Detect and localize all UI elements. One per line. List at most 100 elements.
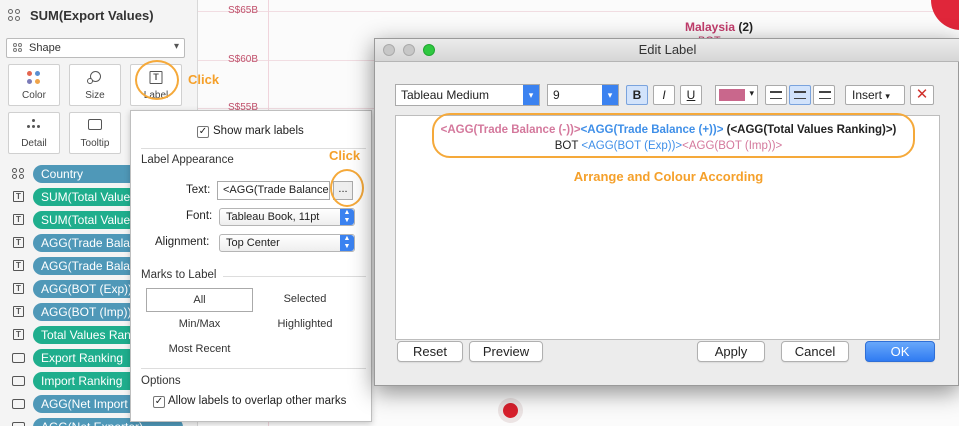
align-left-icon	[770, 91, 782, 99]
callout-arrange: Arrange and Colour According	[573, 169, 764, 184]
marks-option-most-recent[interactable]: Most Recent	[146, 338, 253, 362]
label-text-highlight	[432, 113, 915, 158]
align-center-icon	[794, 91, 806, 99]
marks-option-all[interactable]: All	[146, 288, 253, 312]
marks-card-title: SUM(Export Values)	[8, 8, 154, 23]
size-button-label: Size	[85, 90, 105, 101]
label-icon: T	[13, 329, 24, 340]
align-right-button[interactable]	[813, 85, 835, 105]
label-click-highlight	[135, 60, 179, 100]
label-icon: T	[13, 191, 24, 202]
label-icon: T	[13, 237, 24, 248]
marks-option-selected[interactable]: Selected	[257, 288, 353, 312]
show-mark-labels-label: Show mark labels	[213, 125, 304, 137]
data-mark[interactable]	[503, 403, 518, 418]
chevron-down-icon: ▾	[749, 88, 754, 98]
bold-button[interactable]: B	[626, 85, 648, 105]
font-size-value: 9	[553, 88, 560, 102]
chevron-down-icon: ▾	[523, 85, 539, 105]
zoom-window-button[interactable]	[423, 44, 435, 56]
font-select[interactable]: Tableau Book, 11pt ▲ ▼	[219, 208, 355, 226]
ellipsis-click-highlight	[330, 169, 364, 207]
reset-button[interactable]: Reset	[397, 341, 463, 362]
font-select-value: Tableau Book, 11pt	[226, 211, 320, 223]
detail-button-label: Detail	[21, 138, 47, 149]
color-dots-icon	[27, 71, 41, 85]
insert-button-label: Insert	[852, 88, 883, 102]
dialog-title: Edit Label	[638, 42, 697, 57]
gridline	[198, 11, 959, 12]
underline-button[interactable]: U	[680, 85, 702, 105]
align-center-button[interactable]	[789, 85, 811, 105]
country-name: Malaysia	[685, 20, 736, 34]
marks-card-title-text: SUM(Export Values)	[30, 8, 154, 23]
mark-type-dropdown[interactable]: Shape ▾	[6, 38, 185, 58]
cancel-button[interactable]: Cancel	[781, 341, 849, 362]
alignment-select[interactable]: Top Center ▲ ▼	[219, 234, 355, 252]
shape-icon	[13, 43, 23, 53]
font-family-select[interactable]: Tableau Medium ▾	[395, 84, 540, 106]
font-field-label: Font:	[186, 210, 213, 222]
label-text-editor[interactable]: <AGG(Trade Balance (-))><AGG(Trade Balan…	[395, 113, 940, 340]
alignment-field-label: Alignment:	[155, 236, 210, 248]
color-swatch	[719, 89, 745, 101]
size-icon	[87, 71, 103, 85]
divider	[223, 276, 366, 277]
marks-option-highlighted[interactable]: Highlighted	[257, 313, 353, 337]
color-button[interactable]: Color	[8, 64, 60, 106]
font-family-value: Tableau Medium	[401, 88, 490, 102]
text-color-picker[interactable]: ▾	[715, 85, 758, 105]
label-icon: T	[13, 214, 24, 225]
label-icon: T	[13, 260, 24, 271]
tooltip-icon	[12, 376, 25, 386]
color-button-label: Color	[22, 90, 46, 101]
label-icon: T	[13, 283, 24, 294]
marks-to-label-heading: Marks to Label	[141, 269, 217, 281]
insert-button[interactable]: Insert ▾	[845, 85, 905, 105]
tooltip-button[interactable]: Tooltip	[69, 112, 121, 154]
clear-formatting-button[interactable]: ✕	[910, 85, 934, 105]
options-heading: Options	[141, 375, 181, 387]
size-button[interactable]: Size	[69, 64, 121, 106]
text-field-label: Text:	[186, 184, 211, 196]
close-window-button[interactable]	[383, 44, 395, 56]
country-rank: (2)	[738, 20, 754, 34]
y-tick-label: S$65B	[228, 5, 259, 16]
data-mark[interactable]	[931, 0, 959, 30]
chevron-down-icon: ▾	[602, 85, 618, 105]
apply-button[interactable]: Apply	[697, 341, 765, 362]
stepper-arrows-icon: ▲ ▼	[340, 235, 354, 251]
chevron-down-icon: ▾	[885, 91, 890, 101]
y-tick-label: S$60B	[228, 54, 259, 65]
allow-overlap-checkbox[interactable]: ✓	[153, 396, 165, 408]
callout-click-ellipsis: Click	[329, 148, 361, 163]
dialog-titlebar: Edit Label	[375, 39, 959, 62]
detail-button[interactable]: Detail	[8, 112, 60, 154]
tooltip-icon	[88, 119, 102, 130]
marks-option-minmax[interactable]: Min/Max	[146, 313, 253, 337]
minimize-window-button[interactable]	[403, 44, 415, 56]
allow-overlap-label: Allow labels to overlap other marks	[168, 395, 347, 407]
label-options-popover: ✓ Show mark labels Label Appearance Clic…	[130, 110, 372, 422]
stepper-arrows-icon: ▲ ▼	[340, 209, 354, 225]
preview-button[interactable]: Preview	[469, 341, 543, 362]
label-icon: T	[13, 306, 24, 317]
edit-label-dialog: Edit Label Tableau Medium ▾ 9 ▾ B I U ▾ …	[374, 38, 959, 386]
tooltip-icon	[12, 422, 25, 426]
chevron-down-icon: ▾	[173, 41, 179, 52]
align-right-icon	[819, 91, 831, 99]
shape-marks-icon	[8, 8, 22, 23]
show-mark-labels-checkbox[interactable]: ✓	[197, 126, 209, 138]
detail-dots-icon	[12, 168, 26, 180]
tooltip-button-label: Tooltip	[80, 138, 110, 149]
font-size-select[interactable]: 9 ▾	[547, 84, 619, 106]
tooltip-icon	[12, 399, 25, 409]
ok-button[interactable]: OK	[865, 341, 935, 362]
align-left-button[interactable]	[765, 85, 787, 105]
label-text-field[interactable]: <AGG(Trade Balance	[217, 181, 330, 200]
callout-click-label: Click	[188, 72, 220, 87]
label-appearance-heading: Label Appearance	[141, 154, 234, 166]
italic-button[interactable]: I	[653, 85, 675, 105]
tooltip-icon	[12, 353, 25, 363]
mark-type-value: Shape	[29, 42, 61, 54]
